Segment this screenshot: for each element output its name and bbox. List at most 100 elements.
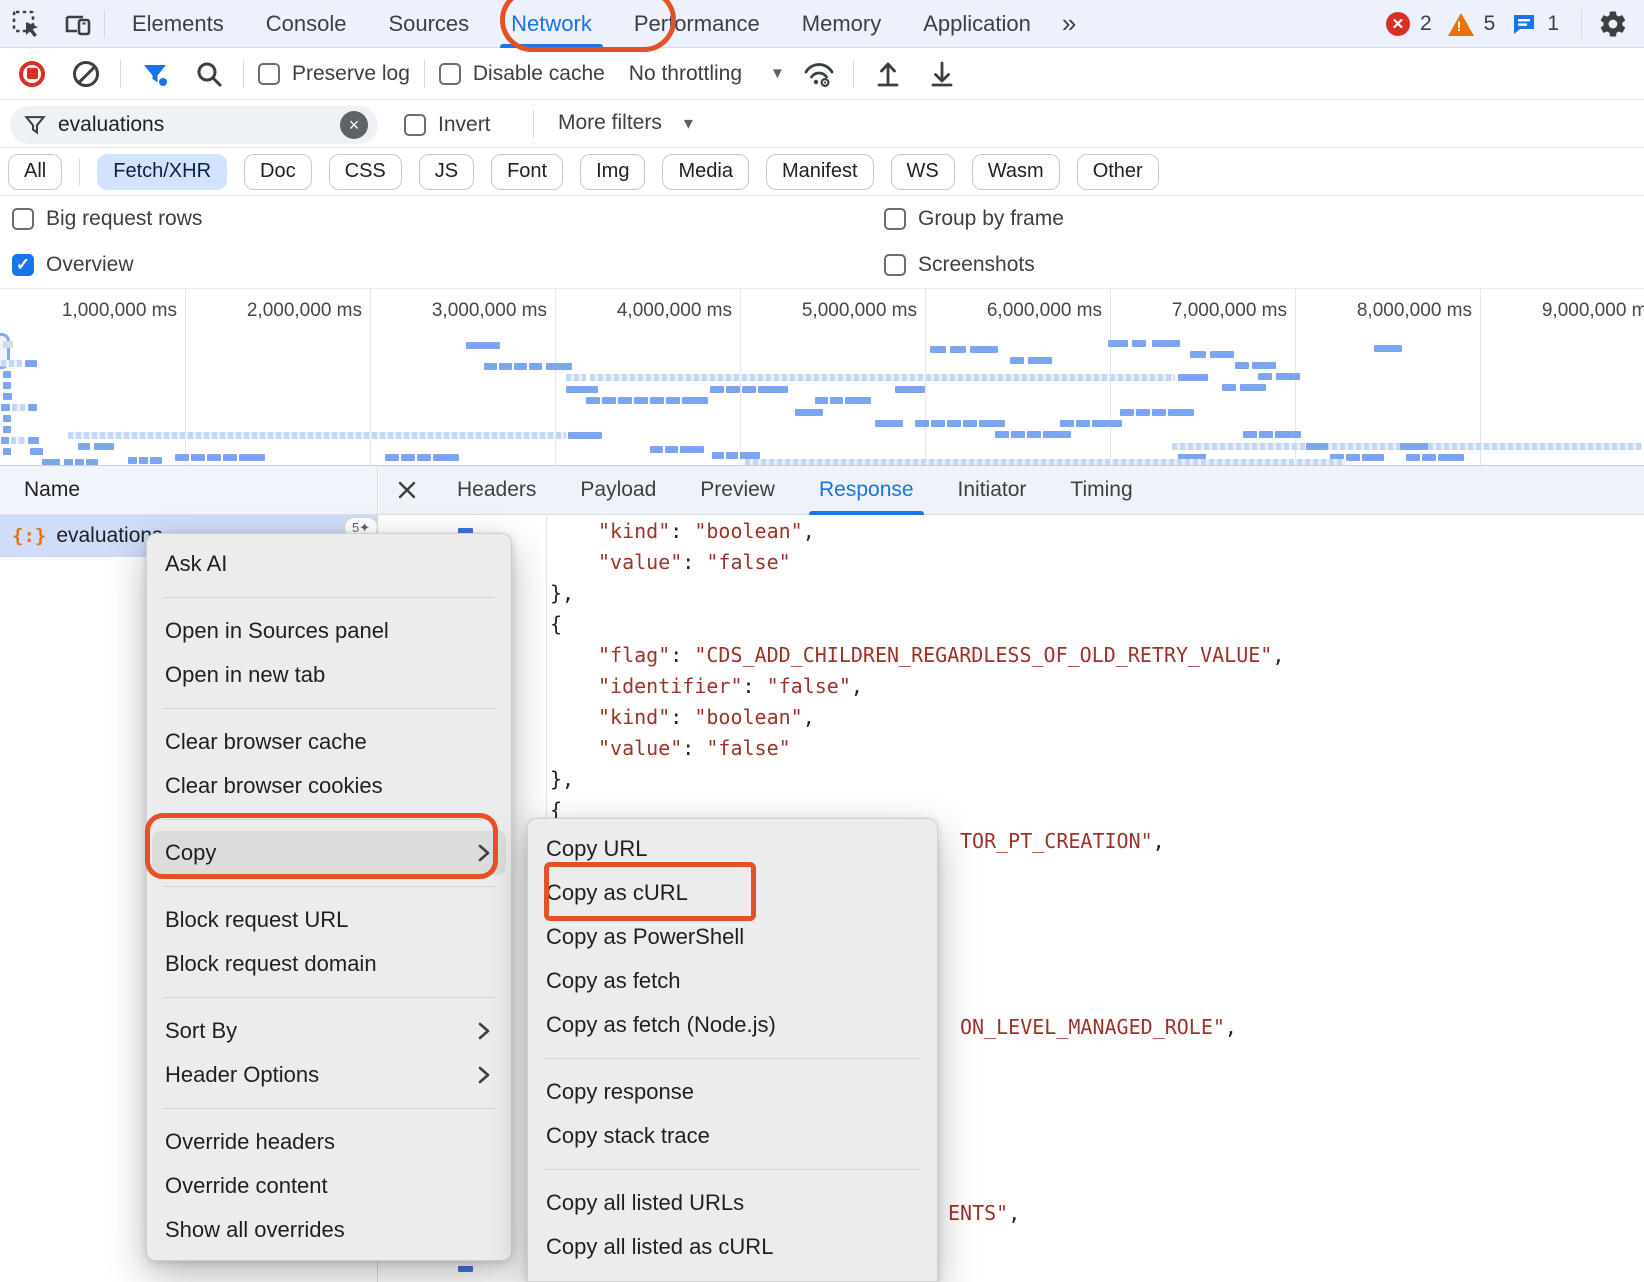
context-menu-item-clear-browser-cache[interactable]: Clear browser cache — [147, 720, 511, 764]
context-menu-item-block-request-domain[interactable]: Block request domain — [147, 942, 511, 986]
tab-performance[interactable]: Performance — [613, 0, 781, 48]
copy-submenu-item-copy-all-listed-urls[interactable]: Copy all listed URLs — [528, 1181, 937, 1225]
waterfall-bar — [78, 443, 90, 450]
issues-icon[interactable] — [1511, 11, 1537, 37]
settings-gear-icon[interactable] — [1598, 9, 1628, 39]
detail-tab-initiator[interactable]: Initiator — [936, 466, 1049, 515]
context-menu-item-header-options[interactable]: Header Options — [147, 1053, 511, 1097]
invert-filter-option[interactable]: Invert — [404, 113, 491, 137]
detail-tab-preview[interactable]: Preview — [678, 466, 797, 515]
invert-checkbox[interactable] — [404, 114, 426, 136]
preserve-log-option[interactable]: Preserve log — [258, 62, 410, 86]
more-filters-button[interactable]: More filters ▾ — [558, 111, 693, 135]
timeline-tick-label: 9,000,000 ms — [1487, 300, 1644, 322]
disable-cache-checkbox[interactable] — [439, 63, 461, 85]
waterfall-bar — [28, 404, 37, 411]
throttling-select[interactable]: No throttling ▼ — [629, 62, 785, 86]
context-menu-item-override-headers[interactable]: Override headers — [147, 1120, 511, 1164]
error-badge-icon[interactable]: ✕ — [1386, 12, 1410, 36]
network-overview-timeline[interactable]: 1,000,000 ms2,000,000 ms3,000,000 ms4,00… — [0, 289, 1644, 466]
context-menu-item-clear-browser-cookies[interactable]: Clear browser cookies — [147, 764, 511, 808]
option-group-by-frame[interactable]: Group by frame — [884, 207, 1064, 231]
chip-doc[interactable]: Doc — [244, 154, 312, 190]
tab-application[interactable]: Application — [902, 0, 1052, 48]
copy-submenu-item-copy-stack-trace[interactable]: Copy stack trace — [528, 1114, 937, 1158]
tab-elements[interactable]: Elements — [111, 0, 245, 48]
checked-checkbox[interactable]: ✓ — [12, 254, 34, 276]
tab-memory[interactable]: Memory — [781, 0, 902, 48]
option-big-request-rows[interactable]: Big request rows — [12, 207, 202, 231]
option-screenshots[interactable]: Screenshots — [884, 253, 1035, 277]
unchecked-checkbox[interactable] — [884, 254, 906, 276]
more-panels-button[interactable]: » — [1052, 8, 1086, 39]
tab-network[interactable]: Network — [490, 0, 613, 48]
clear-filter-icon[interactable]: × — [340, 111, 368, 139]
menu-separator — [163, 886, 495, 887]
context-menu-item-show-all-overrides[interactable]: Show all overrides — [147, 1208, 511, 1252]
context-menu-item-override-content[interactable]: Override content — [147, 1164, 511, 1208]
tab-sources[interactable]: Sources — [367, 0, 490, 48]
inspect-element-icon[interactable] — [0, 0, 52, 48]
chip-wasm[interactable]: Wasm — [972, 154, 1060, 190]
submenu-chevron-icon — [477, 1064, 491, 1086]
context-menu-item-block-request-url[interactable]: Block request URL — [147, 898, 511, 942]
chip-other[interactable]: Other — [1077, 154, 1159, 190]
chip-font[interactable]: Font — [491, 154, 563, 190]
option-overview[interactable]: ✓Overview — [12, 253, 134, 277]
export-har-icon[interactable] — [922, 54, 962, 94]
copy-submenu-item-copy-response[interactable]: Copy response — [528, 1070, 937, 1114]
submenu-chevron-icon — [477, 842, 491, 864]
detail-tab-timing[interactable]: Timing — [1048, 466, 1154, 515]
waterfall-bar — [586, 397, 600, 404]
copy-submenu-item-copy-as-curl[interactable]: Copy as cURL — [528, 871, 937, 915]
chip-media[interactable]: Media — [662, 154, 748, 190]
copy-submenu-item-copy-as-fetch[interactable]: Copy as fetch — [528, 959, 937, 1003]
clear-network-log-button[interactable] — [66, 54, 106, 94]
waterfall-bar — [12, 404, 26, 411]
detail-tab-response[interactable]: Response — [797, 466, 936, 515]
preserve-log-checkbox[interactable] — [258, 63, 280, 85]
chip-all[interactable]: All — [8, 154, 62, 190]
copy-submenu-item-copy-all-listed-as-powershell[interactable]: Copy all listed as PowerShell — [528, 1269, 937, 1282]
gutter-marker-icon[interactable] — [458, 1266, 473, 1272]
warning-badge-icon[interactable]: ! — [1448, 13, 1474, 36]
copy-submenu-item-copy-all-listed-as-curl[interactable]: Copy all listed as cURL — [528, 1225, 937, 1269]
copy-submenu-item-copy-as-fetch-node-js-[interactable]: Copy as fetch (Node.js) — [528, 1003, 937, 1047]
waterfall-bar — [742, 386, 756, 393]
waterfall-bar — [1252, 362, 1276, 369]
context-menu-item-sort-by[interactable]: Sort By — [147, 1009, 511, 1053]
chip-manifest[interactable]: Manifest — [766, 154, 874, 190]
chip-img[interactable]: Img — [580, 154, 645, 190]
filter-input[interactable]: evaluations × — [10, 106, 378, 144]
chip-ws[interactable]: WS — [891, 154, 955, 190]
waterfall-bar — [28, 437, 39, 444]
detail-tab-payload[interactable]: Payload — [558, 466, 678, 515]
import-har-icon[interactable] — [868, 54, 908, 94]
context-menu-item-ask-ai[interactable]: Ask AI — [147, 542, 511, 586]
waterfall-bar — [1222, 384, 1236, 391]
tab-console[interactable]: Console — [245, 0, 368, 48]
filter-icon[interactable] — [135, 54, 175, 94]
copy-submenu-item-copy-url[interactable]: Copy URL — [528, 827, 937, 871]
unchecked-checkbox[interactable] — [884, 208, 906, 230]
timeline-tick-label: 1,000,000 ms — [7, 300, 177, 322]
record-network-log-button[interactable] — [12, 54, 52, 94]
search-icon[interactable] — [189, 54, 229, 94]
context-menu-item-open-in-new-tab[interactable]: Open in new tab — [147, 653, 511, 697]
device-toolbar-icon[interactable] — [52, 0, 104, 48]
unchecked-checkbox[interactable] — [12, 208, 34, 230]
name-column-header[interactable]: Name — [0, 466, 377, 515]
throttling-value: No throttling — [629, 62, 742, 86]
chip-css[interactable]: CSS — [329, 154, 402, 190]
copy-submenu-item-copy-as-powershell[interactable]: Copy as PowerShell — [528, 915, 937, 959]
timeline-tick-label: 6,000,000 ms — [932, 300, 1102, 322]
chip-js[interactable]: JS — [419, 154, 474, 190]
close-detail-icon[interactable] — [379, 480, 435, 500]
chip-fetch-xhr[interactable]: Fetch/XHR — [97, 154, 227, 190]
context-menu-item-open-in-sources-panel[interactable]: Open in Sources panel — [147, 609, 511, 653]
disable-cache-option[interactable]: Disable cache — [439, 62, 605, 86]
context-menu-item-copy[interactable]: Copy — [152, 831, 506, 875]
network-conditions-icon[interactable] — [799, 54, 839, 94]
detail-tab-headers[interactable]: Headers — [435, 466, 558, 515]
waterfall-bar — [191, 454, 205, 461]
